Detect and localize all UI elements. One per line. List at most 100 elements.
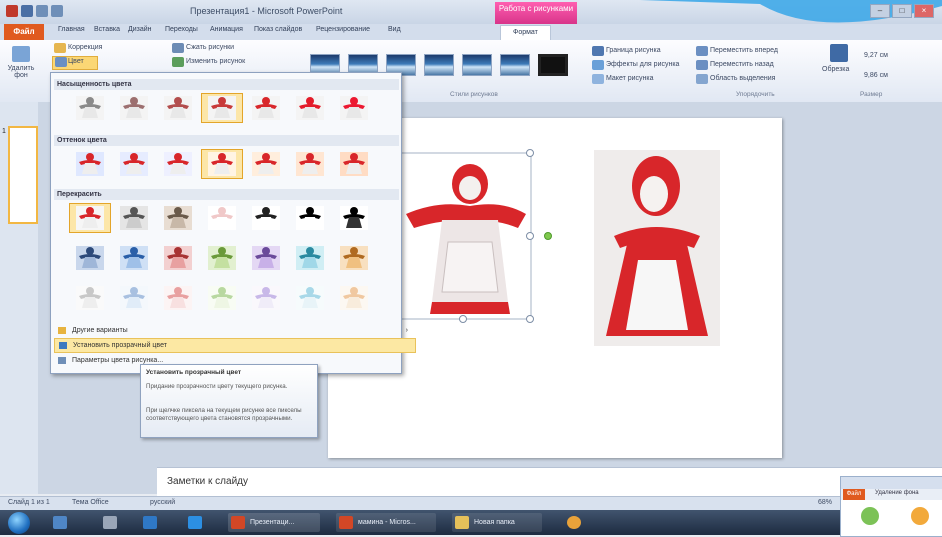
rotate-handle[interactable] xyxy=(544,232,552,240)
recolor-swatch[interactable] xyxy=(113,203,155,233)
saturation-swatch[interactable] xyxy=(333,93,375,123)
picture-style-6[interactable] xyxy=(500,54,530,76)
undo-icon[interactable] xyxy=(36,5,48,17)
tab-view[interactable]: Вид xyxy=(388,26,401,33)
zoom-level[interactable]: 68% xyxy=(818,499,832,506)
add-icon[interactable] xyxy=(861,507,879,525)
recolor-swatch[interactable] xyxy=(333,203,375,233)
taskbar-app-user[interactable] xyxy=(50,513,76,532)
resize-handle-br[interactable] xyxy=(526,315,534,323)
start-button[interactable] xyxy=(8,512,30,534)
recolor-swatch[interactable] xyxy=(289,283,331,313)
recolor-swatch[interactable] xyxy=(245,203,287,233)
recolor-swatch[interactable] xyxy=(69,243,111,273)
color-button[interactable]: Цвет xyxy=(68,58,84,65)
close-icon[interactable]: × xyxy=(914,4,934,18)
taskbar-app-chrome[interactable] xyxy=(564,513,590,532)
save-icon[interactable] xyxy=(21,5,33,17)
recolor-swatch[interactable] xyxy=(245,283,287,313)
taskbar-app-powerpoint[interactable]: Презентаци... xyxy=(228,513,320,532)
width-field[interactable]: 9,86 см xyxy=(864,72,888,79)
recolor-swatch[interactable] xyxy=(201,283,243,313)
minimize-icon[interactable]: – xyxy=(870,4,890,18)
tone-swatch[interactable] xyxy=(69,149,111,179)
recolor-swatch[interactable] xyxy=(113,283,155,313)
tab-transitions[interactable]: Переходы xyxy=(165,26,198,33)
redo-icon[interactable] xyxy=(51,5,63,17)
mark-icon[interactable] xyxy=(911,507,929,525)
recolor-swatch[interactable] xyxy=(157,283,199,313)
doll-picture[interactable] xyxy=(594,150,720,346)
recolor-swatch[interactable] xyxy=(201,243,243,273)
tab-animation[interactable]: Анимация xyxy=(210,26,243,33)
picture-style-5[interactable] xyxy=(462,54,492,76)
doll-picture-selected[interactable] xyxy=(398,152,532,320)
mini-file-tab[interactable]: Файл xyxy=(843,489,865,500)
picture-style-7[interactable] xyxy=(538,54,568,76)
recolor-swatch[interactable] xyxy=(333,283,375,313)
recolor-swatch[interactable] xyxy=(289,243,331,273)
remove-bg-button[interactable]: Удалить фон xyxy=(4,65,38,79)
picture-layout-button[interactable]: Макет рисунка xyxy=(606,75,654,82)
tab-review[interactable]: Рецензирование xyxy=(316,26,370,33)
saturation-swatch[interactable] xyxy=(113,93,155,123)
picture-effects-button[interactable]: Эффекты для рисунка xyxy=(606,61,679,68)
remove-background-icon[interactable] xyxy=(12,46,30,62)
tone-swatch[interactable] xyxy=(289,149,331,179)
mini-window[interactable]: Файл Удаление фона xyxy=(840,476,942,537)
compress-button[interactable]: Сжать рисунки xyxy=(186,44,234,51)
slide-thumbnail[interactable] xyxy=(8,126,38,224)
picture-layout-icon xyxy=(592,74,604,84)
recolor-swatch[interactable] xyxy=(245,243,287,273)
saturation-swatch[interactable] xyxy=(157,93,199,123)
tab-design[interactable]: Дизайн xyxy=(128,26,152,33)
recolor-swatch[interactable] xyxy=(113,243,155,273)
tone-swatch[interactable] xyxy=(113,149,155,179)
saturation-swatch[interactable] xyxy=(289,93,331,123)
app-icon[interactable] xyxy=(6,5,18,17)
send-backward-button[interactable]: Переместить назад xyxy=(710,61,774,68)
recolor-swatch[interactable] xyxy=(333,243,375,273)
taskbar-app-ie[interactable] xyxy=(185,513,211,532)
recolor-swatch[interactable] xyxy=(157,243,199,273)
crop-icon[interactable] xyxy=(830,44,848,62)
set-transparent-item[interactable]: Установить прозрачный цвет xyxy=(54,338,416,353)
saturation-swatch[interactable] xyxy=(245,93,287,123)
picture-style-4[interactable] xyxy=(424,54,454,76)
tab-format[interactable]: Формат xyxy=(500,25,551,40)
tone-swatch[interactable] xyxy=(157,149,199,179)
more-variations-item[interactable]: Другие варианты › xyxy=(54,324,414,337)
notes-pane[interactable]: Заметки к слайду xyxy=(157,467,942,496)
corrections-button[interactable]: Коррекция xyxy=(68,44,102,51)
tab-file[interactable]: Файл xyxy=(4,24,44,40)
tone-swatch[interactable] xyxy=(201,149,243,179)
crop-button[interactable]: Обрезка xyxy=(822,66,849,73)
tone-swatch[interactable] xyxy=(333,149,375,179)
recolor-swatch[interactable] xyxy=(157,203,199,233)
resize-handle-right[interactable] xyxy=(526,232,534,240)
saturation-swatch[interactable] xyxy=(69,93,111,123)
taskbar-app-folder[interactable]: Новая папка xyxy=(452,513,542,532)
recolor-swatch[interactable] xyxy=(201,203,243,233)
taskbar-app-powerpoint-2[interactable]: мамина - Micros... xyxy=(336,513,436,532)
change-picture-button[interactable]: Изменить рисунок xyxy=(186,58,245,65)
recolor-swatch[interactable] xyxy=(69,203,111,233)
selection-pane-button[interactable]: Область выделения xyxy=(710,75,775,82)
picture-border-button[interactable]: Граница рисунка xyxy=(606,47,661,54)
tone-swatch[interactable] xyxy=(245,149,287,179)
saturation-swatch[interactable] xyxy=(201,93,243,123)
mini-tab-text[interactable]: Удаление фона xyxy=(875,490,919,496)
bring-forward-button[interactable]: Переместить вперед xyxy=(710,47,778,54)
taskbar-app-player[interactable] xyxy=(100,513,126,532)
recolor-swatch[interactable] xyxy=(69,283,111,313)
recolor-swatch[interactable] xyxy=(289,203,331,233)
tab-home[interactable]: Главная xyxy=(58,26,85,33)
tab-insert[interactable]: Вставка xyxy=(94,26,120,33)
taskbar-app-media[interactable] xyxy=(140,513,166,532)
resize-handle-bottom[interactable] xyxy=(459,315,467,323)
resize-handle-tr[interactable] xyxy=(526,149,534,157)
tab-slideshow[interactable]: Показ слайдов xyxy=(254,26,302,33)
language[interactable]: русский xyxy=(150,499,175,506)
maximize-icon[interactable]: □ xyxy=(892,4,912,18)
height-field[interactable]: 9,27 см xyxy=(864,52,888,59)
